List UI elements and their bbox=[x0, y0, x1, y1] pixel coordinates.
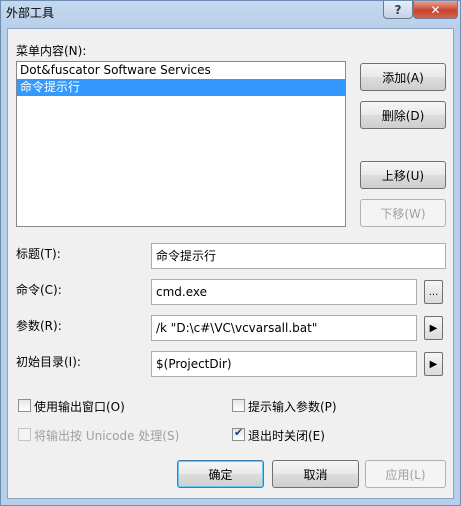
arguments-field[interactable]: /k "D:\c#\VC\vcvarsall.bat" bbox=[151, 315, 417, 341]
external-tools-dialog: 外部工具 ? ✕ 菜单内容(N): Dot&fuscator Software … bbox=[0, 0, 461, 506]
apply-button[interactable]: 应用(L) bbox=[365, 460, 446, 488]
help-icon: ? bbox=[394, 2, 402, 17]
initial-dir-menu-button[interactable]: ▶ bbox=[424, 352, 443, 376]
close-on-exit-checkbox[interactable]: ✔ bbox=[232, 426, 245, 441]
list-item-dotfuscator[interactable]: Dot&fuscator Software Services bbox=[17, 62, 345, 79]
title-bar: 外部工具 ? ✕ bbox=[1, 1, 460, 23]
browse-button[interactable]: ... bbox=[424, 280, 443, 304]
arguments-menu-button[interactable]: ▶ bbox=[424, 316, 443, 340]
arguments-label: 参数(R): bbox=[16, 319, 62, 333]
initial-dir-field[interactable]: $(ProjectDir) bbox=[151, 351, 417, 377]
close-button[interactable]: ✕ bbox=[413, 1, 458, 19]
title-field[interactable]: 命令提示行 bbox=[151, 243, 446, 269]
close-icon: ✕ bbox=[430, 2, 441, 17]
menu-contents-label: 菜单内容(N): bbox=[16, 44, 87, 58]
move-up-button[interactable]: 上移(U) bbox=[360, 161, 446, 189]
help-button[interactable]: ? bbox=[383, 1, 413, 19]
dialog-title: 外部工具 bbox=[6, 6, 55, 20]
initial-dir-label: 初始目录(I): bbox=[16, 355, 81, 369]
play-arrow-icon: ▶ bbox=[429, 322, 438, 334]
checkmark-icon: ✔ bbox=[234, 426, 244, 439]
command-label: 命令(C): bbox=[16, 283, 62, 297]
dialog-body: 菜单内容(N): Dot&fuscator Software Services … bbox=[7, 28, 454, 499]
add-button[interactable]: 添加(A) bbox=[360, 63, 446, 91]
treat-output-as-unicode-label: 将输出按 Unicode 处理(S) bbox=[34, 429, 180, 443]
title-label: 标题(T): bbox=[16, 247, 61, 261]
use-output-window-checkbox[interactable] bbox=[18, 399, 31, 412]
close-on-exit-label: 退出时关闭(E) bbox=[248, 429, 325, 443]
prompt-for-arguments-label: 提示输入参数(P) bbox=[248, 400, 337, 414]
prompt-for-arguments-checkbox[interactable] bbox=[232, 399, 245, 412]
delete-button[interactable]: 删除(D) bbox=[360, 101, 446, 129]
move-down-button[interactable]: 下移(W) bbox=[360, 199, 446, 227]
treat-output-as-unicode-checkbox[interactable] bbox=[18, 428, 31, 441]
command-field[interactable]: cmd.exe bbox=[151, 279, 417, 305]
list-item-command-prompt[interactable]: 命令提示行 bbox=[17, 79, 345, 96]
cancel-button[interactable]: 取消 bbox=[272, 460, 359, 488]
menu-contents-list[interactable]: Dot&fuscator Software Services 命令提示行 bbox=[16, 61, 346, 227]
play-arrow-icon: ▶ bbox=[429, 358, 438, 370]
ok-button[interactable]: 确定 bbox=[177, 460, 264, 488]
use-output-window-label: 使用输出窗口(O) bbox=[34, 400, 125, 414]
